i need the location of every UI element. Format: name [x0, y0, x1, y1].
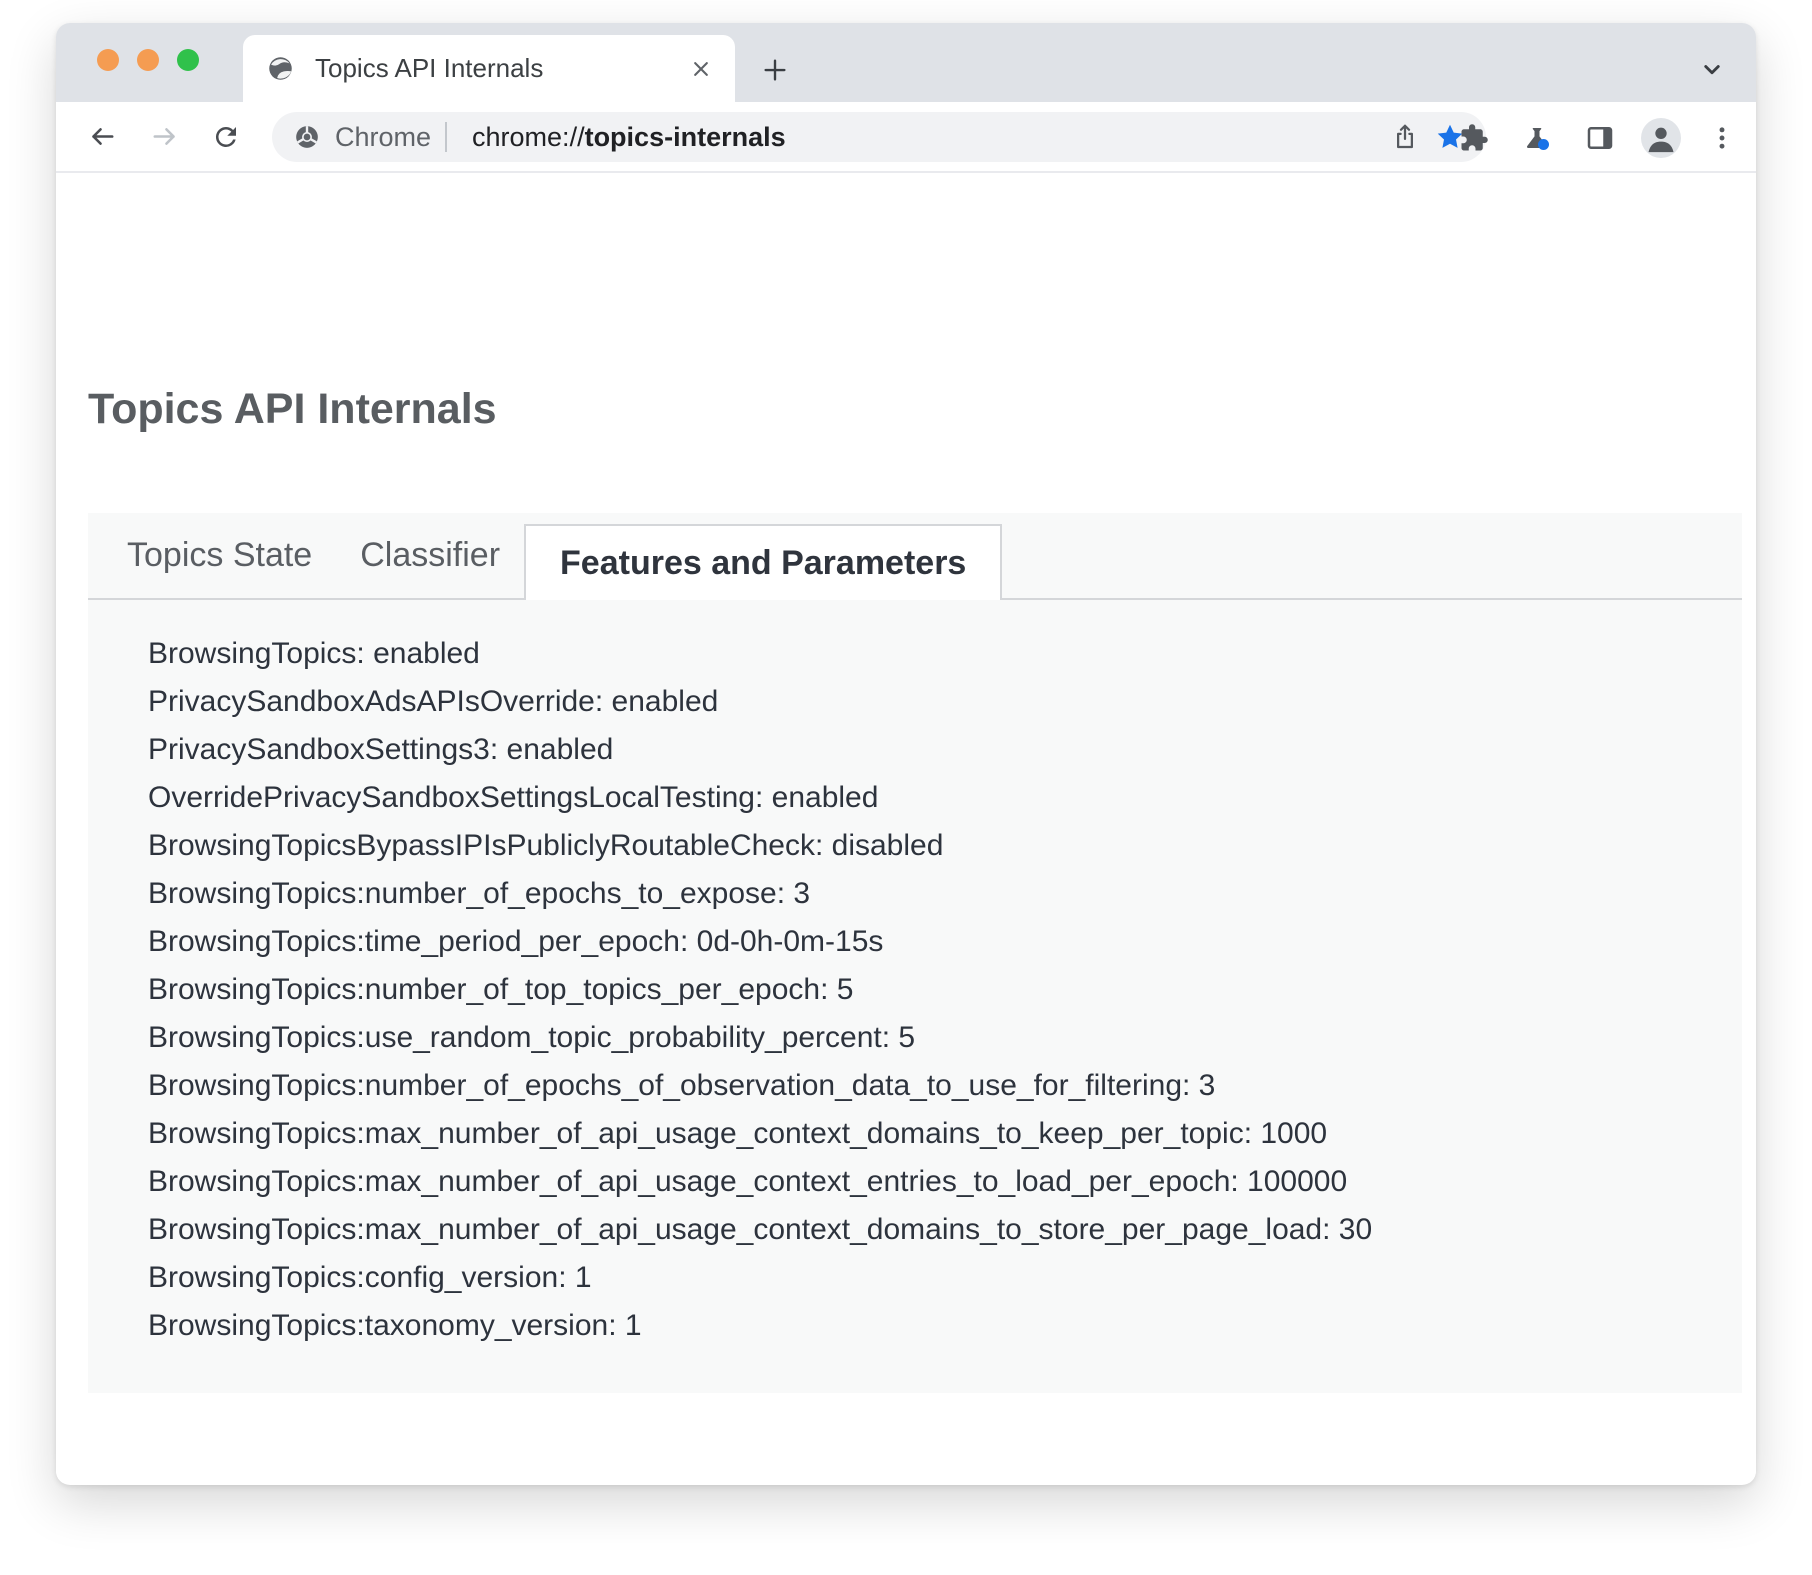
new-tab-icon[interactable]: [753, 48, 797, 92]
parameter-row: PrivacySandboxSettings3: enabled: [148, 726, 1702, 774]
traffic-light-close[interactable]: [97, 49, 119, 71]
parameter-row: BrowsingTopics:number_of_top_topics_per_…: [148, 966, 1702, 1014]
tab-box: Topics StateClassifierFeatures and Param…: [88, 513, 1742, 1393]
profile-avatar-icon[interactable]: [1641, 118, 1681, 158]
traffic-light-minimize[interactable]: [137, 49, 159, 71]
url-host: topics-internals: [585, 122, 786, 152]
parameter-row: BrowsingTopics:time_period_per_epoch: 0d…: [148, 918, 1702, 966]
extensions-puzzle-icon[interactable]: [1452, 116, 1496, 160]
tab-features-and-parameters[interactable]: Features and Parameters: [524, 524, 1002, 600]
side-panel-icon[interactable]: [1578, 116, 1622, 160]
labs-flask-icon[interactable]: [1515, 116, 1559, 160]
parameter-row: BrowsingTopics:max_number_of_api_usage_c…: [148, 1206, 1702, 1254]
browser-tabstrip: Topics API Internals: [56, 23, 1756, 102]
globe-icon: [267, 55, 294, 82]
parameter-row: BrowsingTopicsBypassIPIsPubliclyRoutable…: [148, 822, 1702, 870]
parameter-row: BrowsingTopics:taxonomy_version: 1: [148, 1302, 1702, 1350]
tab-classifier[interactable]: Classifier: [336, 536, 524, 575]
browser-toolbar: Chrome chrome://topics-internals: [56, 102, 1756, 173]
parameter-row: BrowsingTopics:number_of_epochs_to_expos…: [148, 870, 1702, 918]
chevron-down-icon[interactable]: [1690, 47, 1734, 91]
back-arrow-icon[interactable]: [80, 115, 124, 159]
page-title: Topics API Internals: [88, 385, 497, 434]
address-bar[interactable]: Chrome chrome://topics-internals: [272, 112, 1486, 162]
parameter-list: BrowsingTopics: enabledPrivacySandboxAds…: [88, 600, 1742, 1350]
parameter-row: BrowsingTopics:use_random_topic_probabil…: [148, 1014, 1702, 1062]
chrome-logo-icon: [294, 124, 320, 150]
forward-arrow-icon[interactable]: [142, 115, 186, 159]
parameter-row: PrivacySandboxAdsAPIsOverride: enabled: [148, 678, 1702, 726]
browser-window: Topics API Internals: [56, 23, 1756, 1485]
page-tabs: Topics StateClassifierFeatures and Param…: [88, 513, 1742, 600]
url-text: chrome://topics-internals: [472, 122, 786, 153]
parameter-row: BrowsingTopics:max_number_of_api_usage_c…: [148, 1110, 1702, 1158]
tab-topics-state[interactable]: Topics State: [103, 536, 336, 575]
parameter-row: BrowsingTopics: enabled: [148, 630, 1702, 678]
chip-divider: [445, 122, 447, 152]
page-content: Topics API Internals Topics StateClassif…: [56, 173, 1756, 1483]
screenshot-stage: Topics API Internals: [0, 0, 1812, 1575]
traffic-lights: [97, 49, 199, 71]
parameter-row: OverridePrivacySandboxSettingsLocalTesti…: [148, 774, 1702, 822]
close-tab-icon[interactable]: [687, 55, 715, 83]
site-chip-label: Chrome: [335, 122, 431, 153]
parameter-row: BrowsingTopics:max_number_of_api_usage_c…: [148, 1158, 1702, 1206]
tab-title: Topics API Internals: [315, 53, 687, 84]
parameter-row: BrowsingTopics:config_version: 1: [148, 1254, 1702, 1302]
overflow-menu-icon[interactable]: [1700, 116, 1744, 160]
browser-tab[interactable]: Topics API Internals: [243, 35, 735, 102]
traffic-light-maximize[interactable]: [177, 49, 199, 71]
reload-icon[interactable]: [204, 115, 248, 159]
url-scheme: chrome://: [472, 122, 585, 152]
parameter-row: BrowsingTopics:number_of_epochs_of_obser…: [148, 1062, 1702, 1110]
share-icon[interactable]: [1390, 122, 1420, 152]
